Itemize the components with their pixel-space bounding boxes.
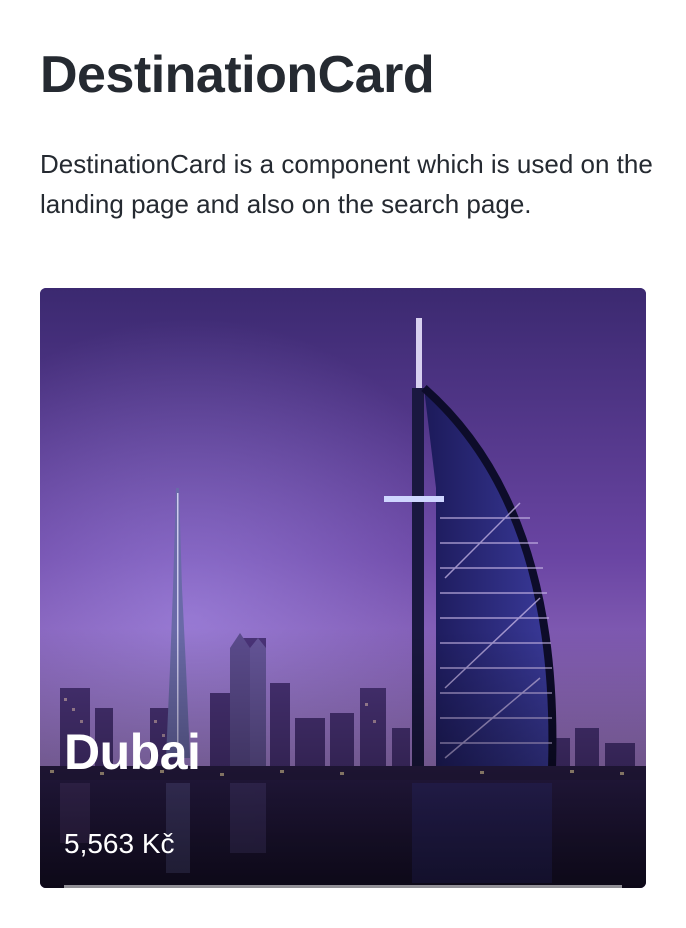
destination-price: 5,563 Kč [64, 828, 175, 859]
page-title: DestinationCard [40, 46, 435, 104]
page-description: DestinationCard is a component which is … [40, 149, 653, 219]
destination-name: Dubai [64, 724, 201, 780]
page: DestinationCard DestinationCard is a com… [0, 0, 686, 928]
card-bottom-bar [64, 885, 622, 888]
destination-card[interactable]: Dubai 5,563 Kč [40, 288, 646, 888]
